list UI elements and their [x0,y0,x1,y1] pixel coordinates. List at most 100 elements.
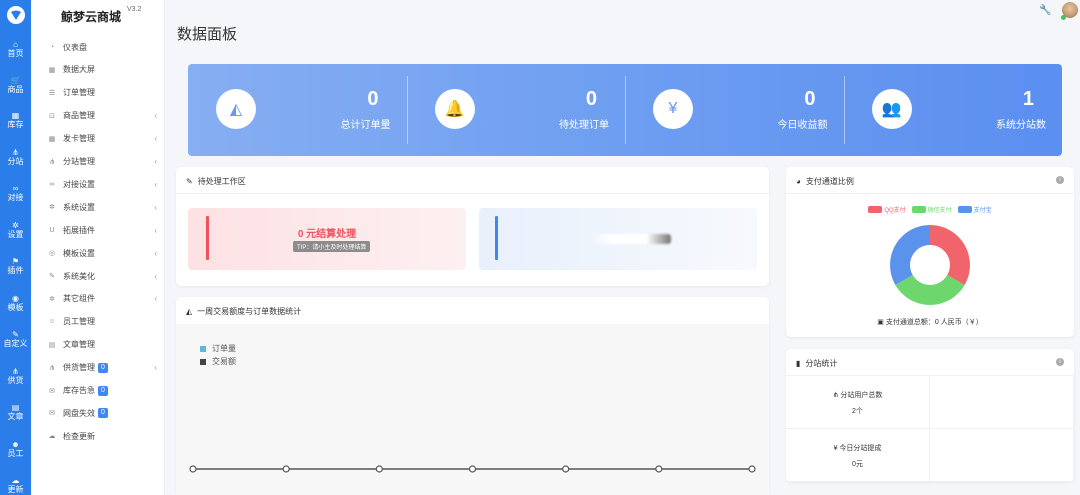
rail-item-8[interactable]: ✎ 自定义 [0,330,31,348]
sidebar-item-17[interactable]: ☁ 检查更新 [31,428,165,444]
rail-item-label: 分站 [7,157,24,166]
rail-item-label: 对接 [7,193,24,202]
sidebar-item-1[interactable]: ▦ 数据大屏 [31,62,165,78]
cloud-icon: ☁ [48,433,56,441]
rail-item-9[interactable]: ⋔ 供货 [0,367,31,385]
card-title: ✎ 待处理工作区 [186,177,246,186]
stat-value: 0 [367,88,379,110]
line-chart-svg [189,465,756,473]
sidebar-item-15[interactable]: ✉ 库存告急 0 [31,383,165,399]
sidebar-item-10[interactable]: ✎ 系统美化 ‹ [31,268,165,284]
supply-icon: ⋔ [12,367,19,376]
rail-item-0[interactable]: ⌂ 首页 [0,40,31,58]
stat-divider [406,76,408,144]
rail-item-11[interactable]: ☻ 员工 [0,440,31,458]
chevron-left-icon: ‹ [154,294,157,304]
count-badge: 0 [98,408,108,419]
stat-block-0[interactable]: ◭ 0 总计订单量 [188,64,407,156]
rail-item-3[interactable]: ⋔ 分站 [0,148,31,166]
chevron-left-icon: ‹ [154,179,157,189]
stat-block-3[interactable]: 👥 1 系统分站数 [844,64,1063,156]
donut-slice-wechat [895,275,965,305]
staff-icon: ☻ [11,440,20,449]
article-icon: ▤ [48,341,56,349]
data-point-1 [282,465,290,473]
substation-users-cell: ⋔ 分站用户总数 2个 [786,376,930,429]
sidebar-item-14[interactable]: ⋔ 供货管理 0 ‹ [31,360,165,376]
stat-divider [843,76,845,144]
link-icon: ∞ [49,180,55,188]
logo-icon[interactable] [0,0,31,30]
pen-icon: ✎ [12,330,19,339]
rail-item-10[interactable]: ▤ 文章 [0,403,31,421]
template-icon: ◎ [48,250,56,258]
empty-cell [930,376,1074,429]
sidebar-item-2[interactable]: ☰ 订单管理 [31,85,165,101]
sitemap-icon: ⋔ [49,158,55,166]
settlement-panel[interactable]: 0 元结算处理 TIP：请小主及时处理结算 [188,208,466,270]
gears-icon: ✲ [49,295,55,303]
chevron-left-icon: ‹ [154,363,157,373]
legend-qq[interactable]: QQ支付 [868,205,906,214]
info-icon[interactable]: i [1056,358,1064,366]
data-point-4 [562,465,570,473]
settlement-amount: 0 元结算处理 [297,229,357,240]
users-icon: 👥 [871,89,912,129]
chevron-left-icon: ‹ [154,157,157,166]
sidebar-item-label: 其它组件 [63,294,95,304]
article-icon: ▤ [11,403,20,412]
chevron-left-icon: ‹ [154,134,157,144]
rail-item-5[interactable]: ✲ 设置 [0,221,31,239]
sidebar-item-6[interactable]: ∞ 对接设置 ‹ [31,176,165,192]
sidebar-item-7[interactable]: ✲ 系统设置 ‹ [31,199,165,215]
brush-icon: ✎ [49,273,55,280]
sidebar-item-label: 订单管理 [63,88,95,98]
chevron-left-icon: ‹ [154,271,157,281]
weekly-stats-card: ◭ 一周交易额度与订单数据统计 订单量 交易额 [176,297,769,495]
blurred-content [589,234,671,244]
sidebar-item-label: 发卡管理 [63,134,95,144]
rail-item-12[interactable]: ☁ 更新 [0,476,31,494]
sidebar-item-0[interactable]: ◔ 仪表盘 [31,39,165,55]
rail-item-2[interactable]: ▦ 库存 [0,111,31,129]
stat-label: 今日收益额 [777,120,828,131]
sidebar-item-label: 分站管理 [63,157,95,166]
wrench-icon[interactable]: 🔧 [1039,5,1051,16]
substation-stats-card: ▮ 分站统计 i ⋔ 分站用户总数 2个 ¥ 今日分站提成 0元 [786,349,1074,482]
rail-item-1[interactable]: 🛒 商品 [0,76,31,94]
order-list-icon: ☰ [48,89,56,97]
sidebar-item-label: 库存告急 [63,386,95,395]
pie-chart-icon: ◕ [796,177,801,186]
sidebar-item-label: 模板设置 [63,248,95,258]
sidebar-item-11[interactable]: ✲ 其它组件 ‹ [31,291,165,307]
dashboard-icon: ◔ [49,43,55,51]
pending-work-card: ✎ 待处理工作区 0 元结算处理 TIP：请小主及时处理结算 [176,167,769,286]
sidebar-item-5[interactable]: ⋔ 分站管理 ‹ [31,154,165,170]
sidebar-item-9[interactable]: ◎ 模板设置 ‹ [31,245,165,261]
rail-item-label: 商品 [7,85,24,94]
brand-name[interactable]: 鲸梦云商城 [61,8,121,25]
legend-alipay[interactable]: 支付宝 [957,205,992,214]
sidebar-item-3[interactable]: ⊡ 商品管理 ‹ [31,108,165,124]
sidebar-item-13[interactable]: ▤ 文章管理 [31,337,165,353]
sidebar-item-8[interactable]: U 拓展插件 ‹ [31,222,165,238]
cart-icon: ⊡ [49,112,55,120]
sidebar-item-4[interactable]: ▦ 发卡管理 ‹ [31,131,165,147]
stat-block-2[interactable]: ¥0 今日收益额 [625,64,844,156]
rail-item-label: 自定义 [3,339,28,348]
stat-label: 总计订单量 [340,120,391,131]
sidebar-item-12[interactable]: ☺ 员工管理 [31,314,165,330]
stat-block-1[interactable]: 🔔 0 待处理订单 [407,64,626,156]
sidebar-item-16[interactable]: ✉ 网盘失效 0 [31,405,165,421]
rail-item-label: 首页 [7,49,24,58]
sidebar-item-label: 商品管理 [63,111,95,121]
info-icon[interactable]: i [1056,176,1064,184]
sidebar-item-label: 网盘失效 [63,408,95,418]
area-chart-icon: ◭ [216,89,256,129]
substation-commission-cell: ¥ 今日分站提成 0元 [786,429,930,482]
rail-item-7[interactable]: ◉ 模板 [0,294,31,312]
rail-item-4[interactable]: ∞ 对接 [0,184,31,202]
rail-item-6[interactable]: ⚑ 插件 [0,257,31,275]
secondary-panel[interactable] [479,208,757,270]
legend-wechat[interactable]: 微信支付 [911,205,952,214]
